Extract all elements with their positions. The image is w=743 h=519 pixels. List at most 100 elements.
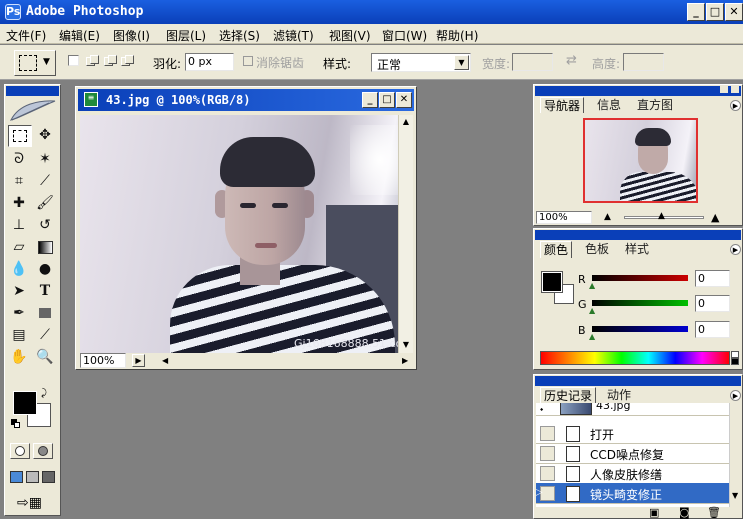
history-snapshot-row[interactable]: ⬩ 43.jpg	[536, 403, 729, 416]
tab-info[interactable]: 信息	[594, 97, 624, 113]
history-item[interactable]: 打开	[536, 423, 729, 444]
channel-g-thumb[interactable]: ▲	[589, 306, 595, 315]
menu-select[interactable]: 选择(S)	[219, 27, 260, 44]
close-button[interactable]: ✕	[725, 3, 743, 21]
tab-color[interactable]: 颜色	[540, 241, 573, 258]
tab-styles[interactable]: 样式	[622, 241, 652, 257]
history-item[interactable]: 人像皮肤修缮	[536, 463, 729, 484]
maximize-button[interactable]: □	[706, 3, 724, 21]
history-brush-tool-icon[interactable]: ↺	[34, 215, 56, 235]
type-tool-icon[interactable]: T	[34, 281, 56, 301]
crop-tool-icon[interactable]: ⌗	[8, 171, 30, 191]
scroll-left-icon[interactable]: ◀	[162, 356, 168, 365]
style-select[interactable]: 正常 ▼	[371, 53, 471, 72]
navigator-zoom-thumb[interactable]: ▲	[658, 211, 665, 221]
standard-screen-icon[interactable]	[10, 471, 23, 483]
rect-marquee-tool-icon[interactable]	[8, 125, 32, 147]
standard-mode-icon[interactable]	[10, 443, 30, 459]
scroll-down-icon[interactable]: ▼	[732, 491, 738, 500]
move-tool-icon[interactable]: ✥	[34, 125, 56, 145]
path-select-tool-icon[interactable]: ➤	[8, 281, 30, 301]
zoom-tool-icon[interactable]: 🔍	[34, 347, 56, 367]
tab-actions[interactable]: 动作	[604, 387, 634, 403]
history-state-slider-icon[interactable]: ▷	[536, 487, 543, 498]
scroll-right-icon[interactable]: ▶	[402, 356, 408, 365]
history-source-checkbox[interactable]	[540, 426, 555, 441]
antialias-checkbox[interactable]	[243, 56, 253, 66]
eyedropper-tool-icon[interactable]: ⟋	[34, 325, 56, 345]
channel-r-input[interactable]: 0	[695, 270, 730, 287]
brush-tool-icon[interactable]: 🖌	[34, 193, 56, 213]
menu-view[interactable]: 视图(V)	[329, 27, 371, 44]
menu-edit[interactable]: 编辑(E)	[59, 27, 100, 44]
history-scrollbar[interactable]: ▼	[729, 403, 741, 507]
history-menu-icon[interactable]: ▶	[730, 390, 741, 401]
history-item-active[interactable]: ▷ 镜头畸变修正	[536, 483, 729, 504]
doc-info-menu-icon[interactable]: ▶	[132, 354, 145, 367]
doc-maximize-button[interactable]: □	[379, 92, 395, 108]
channel-b-slider[interactable]	[592, 326, 688, 332]
tab-histogram[interactable]: 直方图	[634, 97, 676, 113]
clone-stamp-tool-icon[interactable]: ⊥	[8, 215, 30, 235]
channel-r-slider[interactable]	[592, 275, 688, 281]
panel-close-icon[interactable]	[731, 85, 739, 93]
doc-close-button[interactable]: ✕	[396, 92, 412, 108]
delete-state-icon[interactable]: 🗑	[707, 506, 721, 519]
menu-filter[interactable]: 滤镜(T)	[273, 27, 314, 44]
doc-minimize-button[interactable]: _	[362, 92, 378, 108]
ramp-white-swatch[interactable]	[731, 351, 739, 358]
full-screen-icon[interactable]	[42, 471, 55, 483]
new-snapshot-icon[interactable]: ◙	[679, 506, 690, 519]
swap-colors-icon[interactable]: ⤸	[41, 388, 47, 399]
hand-tool-icon[interactable]: ✋	[8, 347, 30, 367]
foreground-color-swatch-top[interactable]	[13, 391, 37, 415]
default-colors-icon[interactable]	[11, 419, 20, 428]
channel-r-thumb[interactable]: ▲	[589, 281, 595, 290]
new-document-from-state-icon[interactable]: ▣	[649, 506, 659, 519]
notes-tool-icon[interactable]: ▤	[8, 325, 30, 345]
tab-swatches[interactable]: 色板	[582, 241, 612, 257]
subtract-selection-icon[interactable]	[104, 55, 118, 67]
navigator-zoom-field[interactable]: 100%	[536, 211, 592, 224]
navigator-thumbnail[interactable]	[583, 118, 698, 203]
shape-tool-icon[interactable]	[34, 303, 56, 323]
history-source-checkbox[interactable]	[540, 466, 555, 481]
history-panel-header[interactable]	[535, 376, 741, 386]
image-canvas[interactable]: Gj168168888.51.com	[80, 115, 398, 353]
channel-g-input[interactable]: 0	[695, 295, 730, 312]
add-selection-icon[interactable]	[86, 55, 100, 67]
quick-mask-mode-icon[interactable]	[33, 443, 53, 459]
eraser-tool-icon[interactable]: ▱	[8, 237, 30, 257]
menu-window[interactable]: 窗口(W)	[382, 27, 427, 44]
feather-input[interactable]: 0 px	[185, 53, 234, 71]
color-spectrum-ramp[interactable]	[540, 351, 730, 365]
dodge-tool-icon[interactable]: ●	[34, 259, 56, 279]
tab-navigator[interactable]: 导航器	[540, 97, 585, 114]
menu-image[interactable]: 图像(I)	[113, 27, 150, 44]
channel-b-input[interactable]: 0	[695, 321, 730, 338]
blur-tool-icon[interactable]: 💧	[8, 259, 30, 279]
color-foreground-swatch[interactable]	[541, 271, 563, 293]
lasso-tool-icon[interactable]: ᘐ	[8, 149, 30, 169]
jump-to-imageready-icon[interactable]: ⇨▦	[17, 495, 47, 513]
tab-history[interactable]: 历史记录	[540, 387, 597, 404]
doc-vertical-scrollbar[interactable]: ▲ ▼	[398, 115, 413, 353]
navigator-menu-icon[interactable]: ▶	[730, 100, 741, 111]
gradient-tool-icon[interactable]	[34, 237, 56, 257]
channel-g-slider[interactable]	[592, 300, 688, 306]
full-screen-menu-icon[interactable]	[26, 471, 39, 483]
chevron-down-icon[interactable]: ▼	[454, 55, 469, 70]
pen-tool-icon[interactable]: ✒	[8, 303, 30, 323]
magic-wand-tool-icon[interactable]: ✶	[34, 149, 56, 169]
panel-minimize-icon[interactable]	[720, 85, 728, 93]
ramp-black-swatch[interactable]	[731, 358, 739, 365]
zoom-out-icon[interactable]: ▲	[604, 212, 611, 222]
scroll-down-icon[interactable]: ▼	[400, 339, 412, 351]
doc-zoom-field[interactable]: 100%	[80, 353, 126, 368]
menu-file[interactable]: 文件(F)	[6, 27, 46, 44]
color-panel-header[interactable]	[535, 230, 741, 240]
menu-help[interactable]: 帮助(H)	[436, 27, 478, 44]
slice-tool-icon[interactable]: ⟋	[34, 171, 56, 191]
navigator-panel-header[interactable]	[535, 86, 741, 96]
channel-b-thumb[interactable]: ▲	[589, 332, 595, 341]
